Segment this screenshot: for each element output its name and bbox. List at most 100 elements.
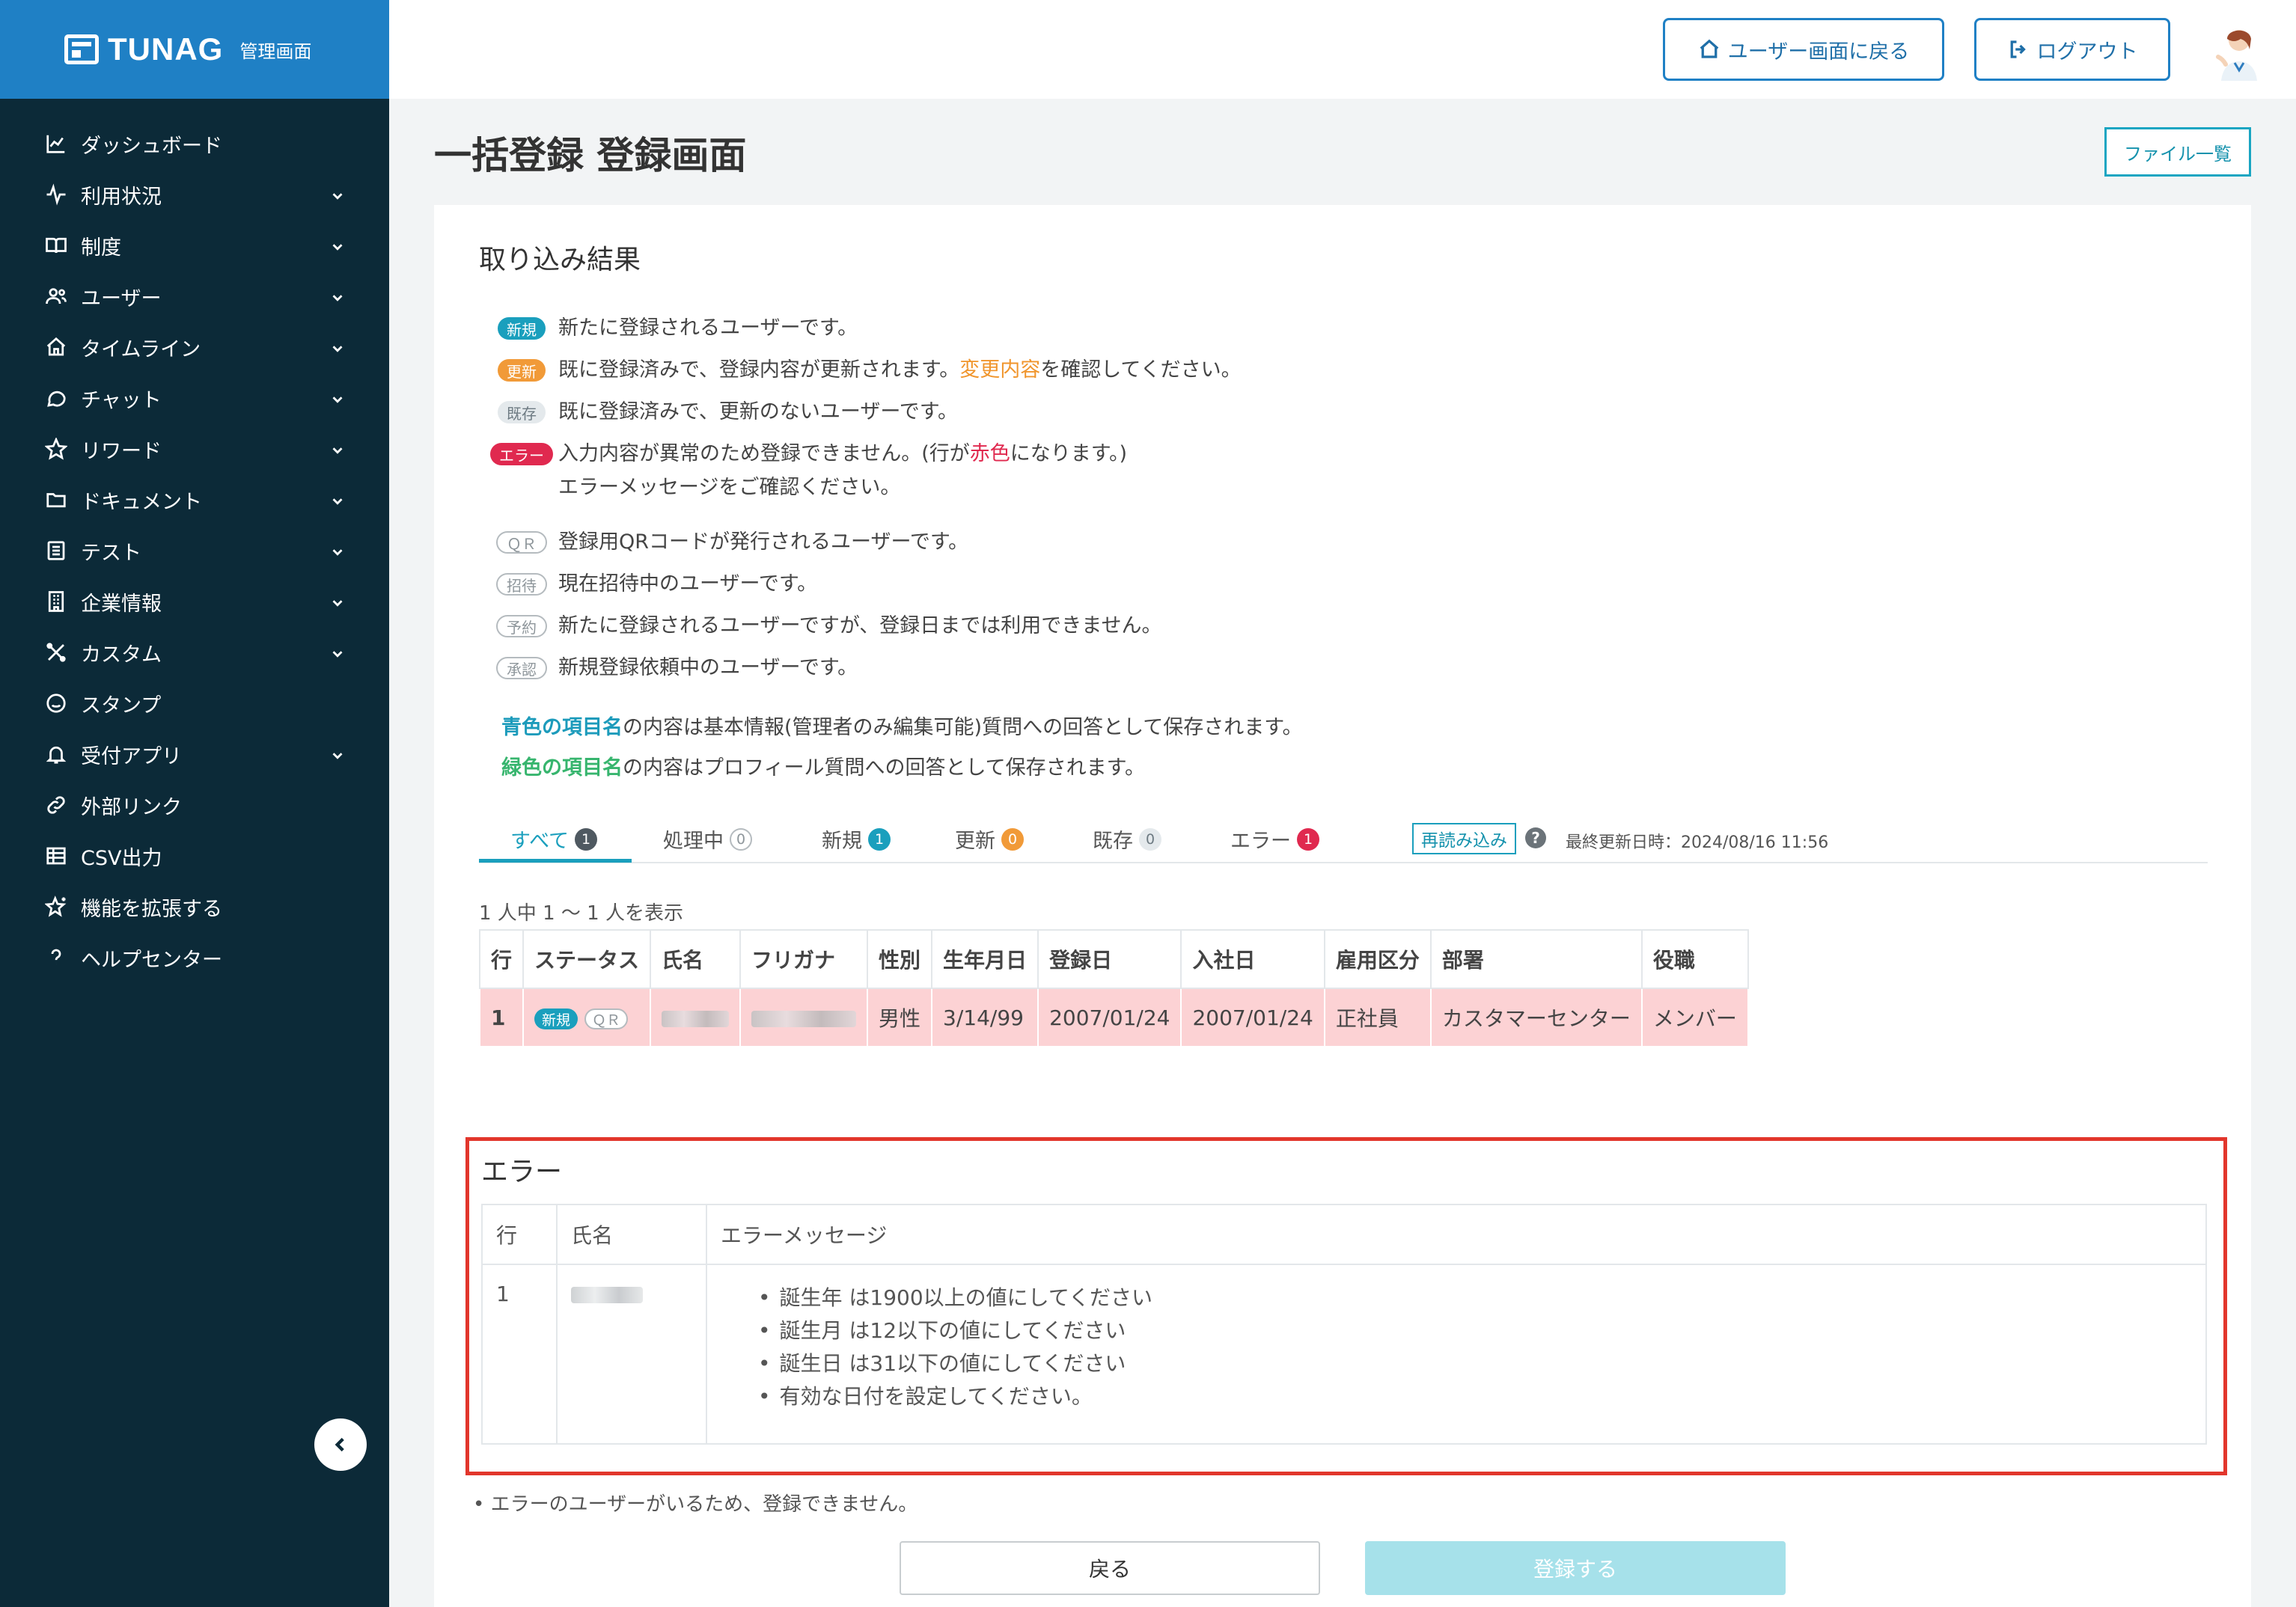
- chevron-down-icon: [329, 339, 346, 355]
- link-icon: [43, 792, 69, 818]
- brand-header[interactable]: TUNAG 管理画面: [0, 0, 389, 99]
- col-status: ステータス: [522, 929, 652, 989]
- sidebar-item-extend[interactable]: 機能を拡張する: [0, 881, 389, 932]
- sidebar-collapse-button[interactable]: [314, 1418, 367, 1471]
- reload-button[interactable]: 再読み込み: [1412, 823, 1516, 854]
- error-message-item: 誕生月 は12以下の値にしてください: [758, 1314, 2192, 1347]
- legend-new-text: 新たに登録されるユーザーです。: [558, 316, 858, 340]
- sidebar: TUNAG 管理画面 ダッシュボード 利用状況 制度 ユーザー タイムライン チ…: [0, 0, 389, 1607]
- sidebar-item-csv-export[interactable]: CSV出力: [0, 830, 389, 881]
- sidebar-item-company[interactable]: 企業情報: [0, 576, 389, 627]
- legend-new: 新規 新たに登録されるユーザーです。: [485, 311, 858, 345]
- col-furigana: フリガナ: [739, 929, 869, 989]
- sparkle-star-icon: [43, 894, 69, 919]
- tab-label: すべて: [510, 830, 570, 853]
- col-department: 部署: [1429, 929, 1643, 989]
- activity-icon: [43, 182, 69, 207]
- cell-name-redacted: [650, 988, 742, 1047]
- back-button[interactable]: 戻る: [900, 1541, 1320, 1595]
- tab-all[interactable]: すべて 1: [510, 824, 598, 854]
- sidebar-item-label: ダッシュボード: [81, 134, 222, 158]
- col-employment: 雇用区分: [1323, 929, 1432, 989]
- blue-field-text: の内容は基本情報(管理者のみ編集可能)質問への回答として保存されます。: [623, 716, 1303, 739]
- sidebar-item-chat[interactable]: チャット: [0, 373, 389, 423]
- sidebar-item-label: 外部リンク: [81, 795, 182, 819]
- tab-new[interactable]: 新規 1: [822, 824, 891, 854]
- sidebar-item-users[interactable]: ユーザー: [0, 271, 389, 322]
- status-badge-error: エラー: [490, 443, 553, 465]
- table-header-row: 行 ステータス 氏名 フリガナ 性別 生年月日 登録日 入社日 雇用区分 部署 …: [478, 929, 1749, 989]
- tab-count: 1: [1297, 827, 1319, 851]
- active-tab-indicator: [479, 859, 632, 863]
- status-badge-update: 更新: [498, 359, 546, 382]
- sidebar-item-external-link[interactable]: 外部リンク: [0, 780, 389, 830]
- col-position: 役職: [1640, 929, 1749, 989]
- table-icon: [43, 843, 69, 869]
- chevron-down-icon: [329, 746, 346, 762]
- cell-position: メンバー: [1640, 988, 1749, 1047]
- cell-registered: 2007/01/24: [1037, 988, 1182, 1047]
- error-section: エラー 行 氏名 エラーメッセージ 1 誕生年 は1900以上の値にしてください…: [465, 1137, 2227, 1475]
- question-icon: [43, 945, 69, 970]
- legend-blue-note: 青色の項目名の内容は基本情報(管理者のみ編集可能)質問への回答として保存されます…: [501, 711, 1303, 744]
- sidebar-item-stamp[interactable]: スタンプ: [0, 678, 389, 729]
- sidebar-item-timeline[interactable]: タイムライン: [0, 322, 389, 373]
- file-list-button[interactable]: ファイル一覧: [2104, 127, 2251, 177]
- sidebar-item-reception-app[interactable]: 受付アプリ: [0, 729, 389, 780]
- chevron-down-icon: [329, 237, 346, 254]
- sidebar-item-system[interactable]: 制度: [0, 220, 389, 271]
- chevron-down-icon: [329, 288, 346, 304]
- register-button[interactable]: 登録する: [1365, 1541, 1786, 1595]
- legend-reserve-text: 新たに登録されるユーザーですが、登録日までは利用できません。: [558, 614, 1162, 637]
- error-cell-name-redacted: [556, 1264, 707, 1445]
- sidebar-item-label: ユーザー: [81, 287, 162, 310]
- error-table: 行 氏名 エラーメッセージ 1 誕生年 は1900以上の値にしてください 誕生月…: [481, 1204, 2207, 1445]
- import-result-card: 取り込み結果 新規 新たに登録されるユーザーです。 更新 既に登録済みで、登録内…: [434, 205, 2251, 1607]
- sidebar-item-label: タイムライン: [81, 337, 201, 361]
- legend-error-text-end: になります。): [1010, 442, 1128, 465]
- tab-count: 0: [1001, 827, 1024, 851]
- chevron-down-icon: [329, 186, 346, 203]
- legend-error-highlight: 赤色: [969, 442, 1010, 465]
- tunag-logo-icon: [64, 34, 99, 64]
- sidebar-item-label: 機能を拡張する: [81, 897, 222, 921]
- status-badge-new: 新規: [498, 317, 546, 340]
- cell-employment: 正社員: [1323, 988, 1432, 1047]
- cell-furigana-redacted: [739, 988, 869, 1047]
- sidebar-item-test[interactable]: テスト: [0, 525, 389, 576]
- back-to-user-screen-label: ユーザー画面に戻る: [1727, 40, 1910, 64]
- tab-label: エラー: [1230, 830, 1291, 853]
- sidebar-item-help-center[interactable]: ヘルプセンター: [0, 932, 389, 983]
- error-cell-messages: 誕生年 は1900以上の値にしてください 誕生月 は12以下の値にしてください …: [706, 1264, 2207, 1445]
- error-section-title: エラー: [481, 1157, 563, 1187]
- sidebar-item-document[interactable]: ドキュメント: [0, 474, 389, 525]
- tab-count: 0: [730, 827, 752, 851]
- avatar[interactable]: [2200, 22, 2268, 82]
- sidebar-item-custom[interactable]: カスタム: [0, 627, 389, 678]
- book-icon: [43, 233, 69, 258]
- sidebar-item-reward[interactable]: リワード: [0, 423, 389, 474]
- result-count-text: 1 人中 1 〜 1 人を表示: [479, 902, 683, 925]
- legend-error-text: 入力内容が異常のため登録できません。(行が: [558, 442, 970, 465]
- home-icon: [1700, 39, 1719, 58]
- legend-invite: 招待 現在招待中のユーザーです。: [485, 567, 817, 601]
- sidebar-item-usage[interactable]: 利用状況: [0, 169, 389, 220]
- tab-error[interactable]: エラー 1: [1230, 824, 1319, 854]
- last-updated-text: 最終更新日時：2024/08/16 11:56: [1566, 833, 1829, 852]
- tab-update[interactable]: 更新 0: [955, 824, 1024, 854]
- status-tabs: すべて 1 処理中 0 新規 1 更新 0 既存 0 エラー 1 再読み込み ?…: [479, 818, 2208, 863]
- home-icon: [43, 334, 69, 360]
- error-message-item: 誕生年 は1900以上の値にしてください: [758, 1282, 2192, 1314]
- chat-icon: [43, 385, 69, 411]
- sidebar-item-label: CSV出力: [81, 846, 162, 870]
- tab-exist[interactable]: 既存 0: [1093, 824, 1161, 854]
- brand-logo-text: TUNAG: [108, 31, 224, 67]
- tab-processing[interactable]: 処理中 0: [663, 824, 752, 854]
- star-icon: [43, 436, 69, 462]
- sidebar-item-dashboard[interactable]: ダッシュボード: [0, 118, 389, 169]
- logout-button[interactable]: ログアウト: [1974, 18, 2170, 81]
- cell-joined: 2007/01/24: [1180, 988, 1325, 1047]
- tools-icon: [43, 640, 69, 665]
- back-to-user-screen-button[interactable]: ユーザー画面に戻る: [1663, 18, 1944, 81]
- help-icon[interactable]: ?: [1525, 827, 1546, 848]
